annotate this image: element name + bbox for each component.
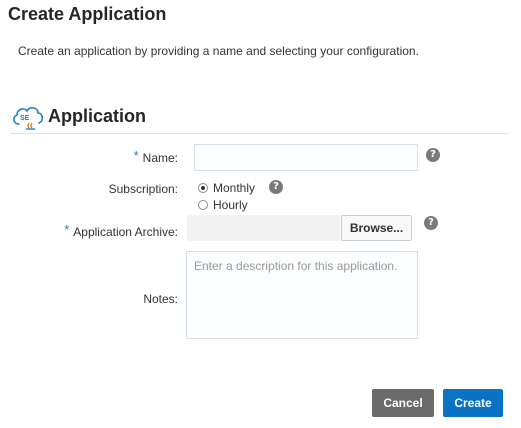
page-intro: Create an application by providing a nam… <box>18 44 419 58</box>
create-button[interactable]: Create <box>443 389 503 417</box>
section-header: SE Application <box>10 100 508 134</box>
subscription-label: Subscription: <box>108 182 178 196</box>
radio-selected-dot <box>201 186 205 190</box>
required-marker: * <box>64 222 70 237</box>
radio-monthly[interactable] <box>198 183 208 193</box>
cancel-button[interactable]: Cancel <box>372 389 434 417</box>
archive-label-text: Application Archive: <box>73 225 178 239</box>
name-label-text: Name: <box>142 151 178 165</box>
name-input[interactable] <box>194 144 418 171</box>
radio-hourly[interactable] <box>198 200 208 210</box>
browse-button[interactable]: Browse... <box>341 215 412 241</box>
required-marker: * <box>133 148 139 163</box>
java-se-cloud-icon: SE <box>13 107 44 130</box>
section-title: Application <box>48 106 146 126</box>
help-icon[interactable]: ? <box>424 216 438 230</box>
name-label: * Name: <box>100 148 178 165</box>
notes-textarea[interactable]: Enter a description for this application… <box>186 251 418 339</box>
archive-label: * Application Archive: <box>40 222 178 239</box>
archive-file-field[interactable] <box>187 215 340 241</box>
se-icon-text: SE <box>20 115 30 122</box>
page-title: Create Application <box>8 4 167 24</box>
notes-placeholder: Enter a description for this application… <box>194 259 398 273</box>
radio-monthly-label: Monthly <box>213 181 256 195</box>
notes-label: Notes: <box>143 292 178 306</box>
radio-hourly-label: Hourly <box>213 198 248 212</box>
help-icon[interactable]: ? <box>426 148 440 162</box>
help-icon[interactable]: ? <box>269 180 283 194</box>
